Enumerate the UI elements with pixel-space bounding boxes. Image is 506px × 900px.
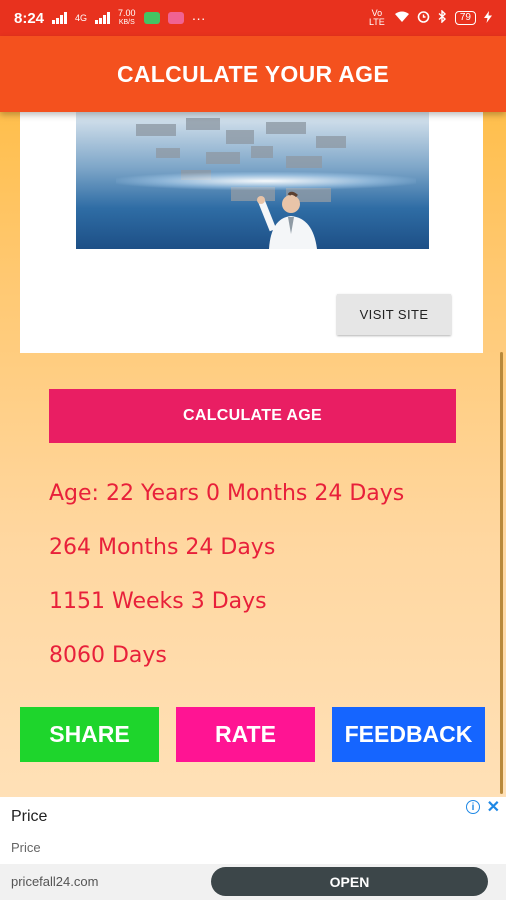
ad-open-button[interactable]: OPEN — [211, 867, 488, 896]
notification-app-icon — [143, 12, 160, 24]
more-notifications: ··· — [191, 10, 206, 26]
volte-icon: Vo LTE — [368, 8, 385, 27]
days-result: 8060 Days — [49, 643, 167, 668]
notification-app-icon-2 — [167, 12, 184, 24]
ad-subtitle: Price — [11, 840, 41, 855]
bluetooth-icon — [438, 9, 447, 26]
app-header: CALCULATE YOUR AGE — [0, 36, 506, 112]
visit-site-button[interactable]: VISIT SITE — [337, 294, 451, 335]
months-result: 264 Months 24 Days — [49, 535, 276, 560]
ad-footer: pricefall24.com OPEN — [0, 864, 506, 900]
data-speed: 7.00 KB/S — [118, 8, 136, 27]
signal-icon — [52, 12, 68, 24]
age-result: Age: 22 Years 0 Months 24 Days — [49, 481, 405, 506]
alarm-icon — [417, 10, 430, 26]
bottom-ad-banner[interactable]: Price Price i ✕ pricefall24.com OPEN — [0, 797, 506, 900]
status-bar: 8:24 4G 7.00 KB/S ··· Vo LTE 79 — [0, 0, 506, 36]
battery-icon: 79 — [454, 11, 476, 25]
rate-button[interactable]: RATE — [176, 707, 315, 762]
scrollbar[interactable] — [500, 352, 503, 794]
ad-title: Price — [11, 808, 48, 825]
page-title: CALCULATE YOUR AGE — [116, 60, 390, 87]
share-button[interactable]: SHARE — [20, 707, 159, 762]
signal-icon-2 — [95, 12, 111, 24]
calculate-age-button[interactable]: CALCULATE AGE — [49, 389, 456, 443]
person-illustration — [257, 191, 317, 249]
ad-image[interactable] — [76, 112, 429, 249]
ad-domain: pricefall24.com — [11, 874, 99, 889]
feedback-button[interactable]: FEEDBACK — [332, 707, 485, 762]
status-time: 8:24 — [14, 9, 45, 27]
weeks-result: 1151 Weeks 3 Days — [49, 589, 267, 614]
charging-icon — [484, 10, 492, 26]
wifi-icon — [394, 11, 409, 26]
ad-info-icon[interactable]: i — [466, 800, 480, 814]
ad-banner-card[interactable]: VISIT SITE — [20, 112, 483, 353]
network-type: 4G — [75, 12, 88, 23]
ad-close-icon[interactable]: ✕ — [487, 797, 500, 817]
